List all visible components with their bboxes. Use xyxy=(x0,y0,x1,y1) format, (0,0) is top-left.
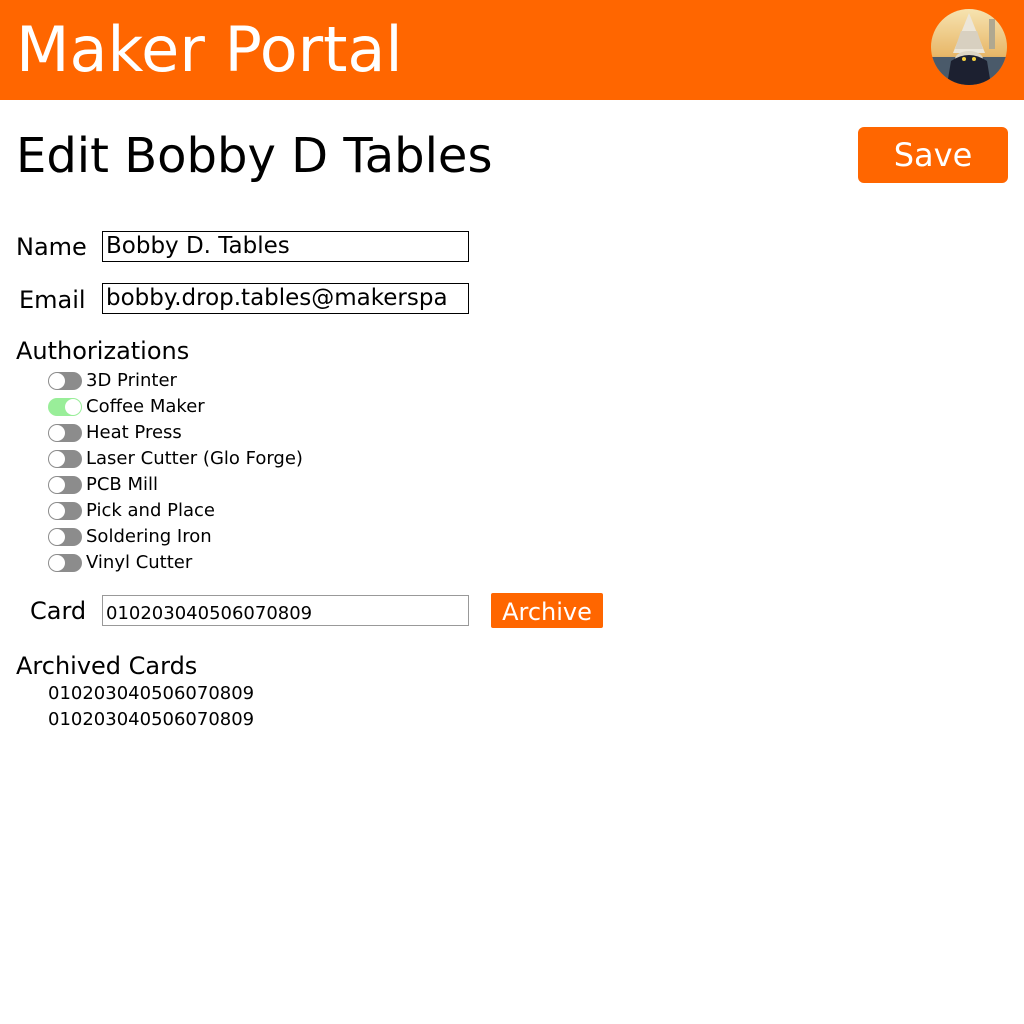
authorization-item: Vinyl Cutter xyxy=(48,550,303,576)
card-field[interactable]: 010203040506070809 xyxy=(102,595,469,626)
authorization-label: 3D Printer xyxy=(86,370,177,391)
toggle-knob xyxy=(49,451,65,467)
card-label: Card xyxy=(30,597,87,625)
authorization-item: 3D Printer xyxy=(48,368,303,394)
toggle-knob xyxy=(49,373,65,389)
archived-cards-list: 010203040506070809 010203040506070809 xyxy=(48,681,254,733)
toggle-knob xyxy=(65,399,81,415)
archived-card-item: 010203040506070809 xyxy=(48,683,255,704)
app-header: Maker Portal xyxy=(0,0,1024,100)
toggle-knob xyxy=(49,529,65,545)
toggle-coffee-maker[interactable] xyxy=(48,398,82,416)
name-field[interactable]: Bobby D. Tables xyxy=(102,231,469,262)
authorization-item: Coffee Maker xyxy=(48,394,303,420)
authorization-label: Coffee Maker xyxy=(86,396,205,417)
toggle-knob xyxy=(49,503,65,519)
authorization-item: Pick and Place xyxy=(48,498,303,524)
toggle-heat-press[interactable] xyxy=(48,424,82,442)
toggle-laser-cutter[interactable] xyxy=(48,450,82,468)
toggle-knob xyxy=(49,477,65,493)
authorization-item: Soldering Iron xyxy=(48,524,303,550)
avatar-image xyxy=(931,9,1007,85)
archived-card-item: 010203040506070809 xyxy=(48,709,255,730)
toggle-pick-and-place[interactable] xyxy=(48,502,82,520)
authorization-label: Vinyl Cutter xyxy=(86,552,193,573)
save-button[interactable]: Save xyxy=(858,127,1008,183)
authorizations-list: 3D Printer Coffee Maker Heat Press Laser… xyxy=(48,368,303,576)
authorization-label: Soldering Iron xyxy=(86,526,212,547)
user-avatar-icon[interactable] xyxy=(931,9,1007,85)
toggle-3d-printer[interactable] xyxy=(48,372,82,390)
toggle-vinyl-cutter[interactable] xyxy=(48,554,82,572)
app-title: Maker Portal xyxy=(16,13,403,86)
email-field[interactable]: bobby.drop.tables@makerspa xyxy=(102,283,469,314)
authorization-item: PCB Mill xyxy=(48,472,303,498)
page-title: Edit Bobby D Tables xyxy=(16,128,493,184)
authorization-label: Heat Press xyxy=(86,422,182,443)
authorization-label: Pick and Place xyxy=(86,500,215,521)
name-label: Name xyxy=(16,233,87,261)
authorizations-title: Authorizations xyxy=(16,337,190,365)
authorization-item: Heat Press xyxy=(48,420,303,446)
authorization-label: Laser Cutter (Glo Forge) xyxy=(86,448,303,469)
toggle-knob xyxy=(49,425,65,441)
archive-button[interactable]: Archive xyxy=(491,593,603,628)
email-label: Email xyxy=(19,286,86,314)
authorization-item: Laser Cutter (Glo Forge) xyxy=(48,446,303,472)
authorization-label: PCB Mill xyxy=(86,474,159,495)
toggle-soldering-iron[interactable] xyxy=(48,528,82,546)
archived-cards-title: Archived Cards xyxy=(16,652,198,680)
toggle-pcb-mill[interactable] xyxy=(48,476,82,494)
toggle-knob xyxy=(49,555,65,571)
